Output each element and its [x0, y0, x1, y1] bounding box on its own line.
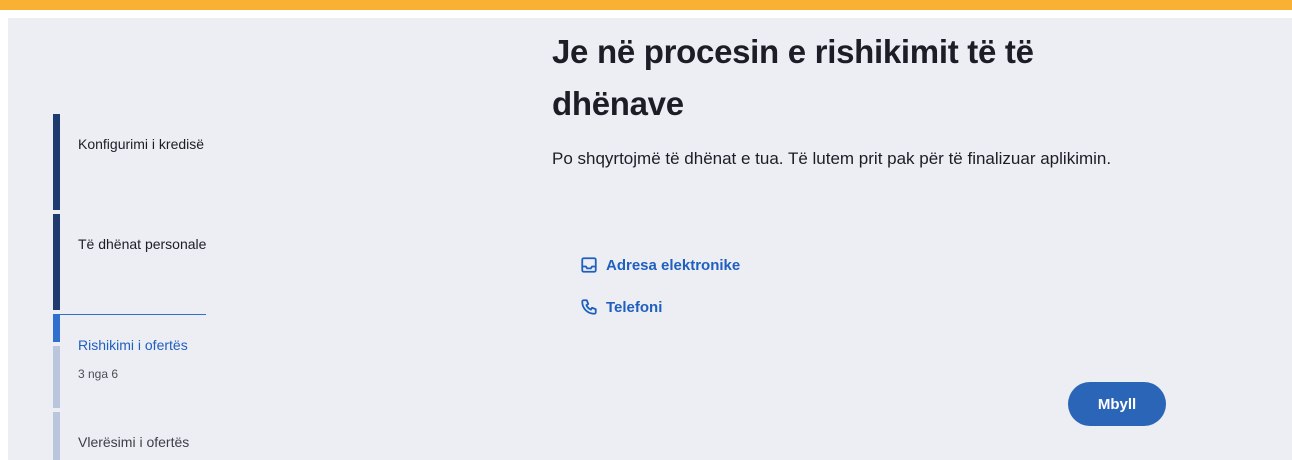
email-contact-link[interactable]: Adresa elektronike: [580, 256, 740, 274]
close-button[interactable]: Mbyll: [1068, 382, 1166, 426]
step-indicator-done: [53, 214, 60, 310]
step-label-offer-review: Rishikimi i ofertës: [78, 337, 188, 353]
phone-contact-label: Telefoni: [606, 298, 663, 316]
top-accent-bar: [0, 0, 1292, 10]
inbox-icon: [580, 256, 598, 274]
email-contact-label: Adresa elektronike: [606, 256, 741, 274]
phone-contact-link[interactable]: Telefoni: [580, 298, 662, 316]
step-progress-text: 3 nga 6: [78, 367, 119, 381]
step-label-personal-data: Të dhënat personale: [78, 236, 207, 252]
page-title: Je në procesin e rishikimit të të dhënav…: [552, 33, 1034, 122]
step-indicator-remaining: [53, 346, 60, 408]
step-indicator-pending: [53, 412, 60, 460]
step-label-offer-evaluation: Vlerësimi i ofertës: [78, 434, 190, 450]
step-indicator-done: [53, 114, 60, 210]
page-subtitle: Po shqyrtojmë të dhënat e tua. Të lutem …: [552, 149, 1112, 168]
step-label-loan-configuration: Konfigurimi i kredisë: [78, 136, 205, 152]
phone-icon: [580, 298, 598, 316]
step-divider: [60, 314, 206, 315]
step-indicator-active: [53, 314, 60, 342]
